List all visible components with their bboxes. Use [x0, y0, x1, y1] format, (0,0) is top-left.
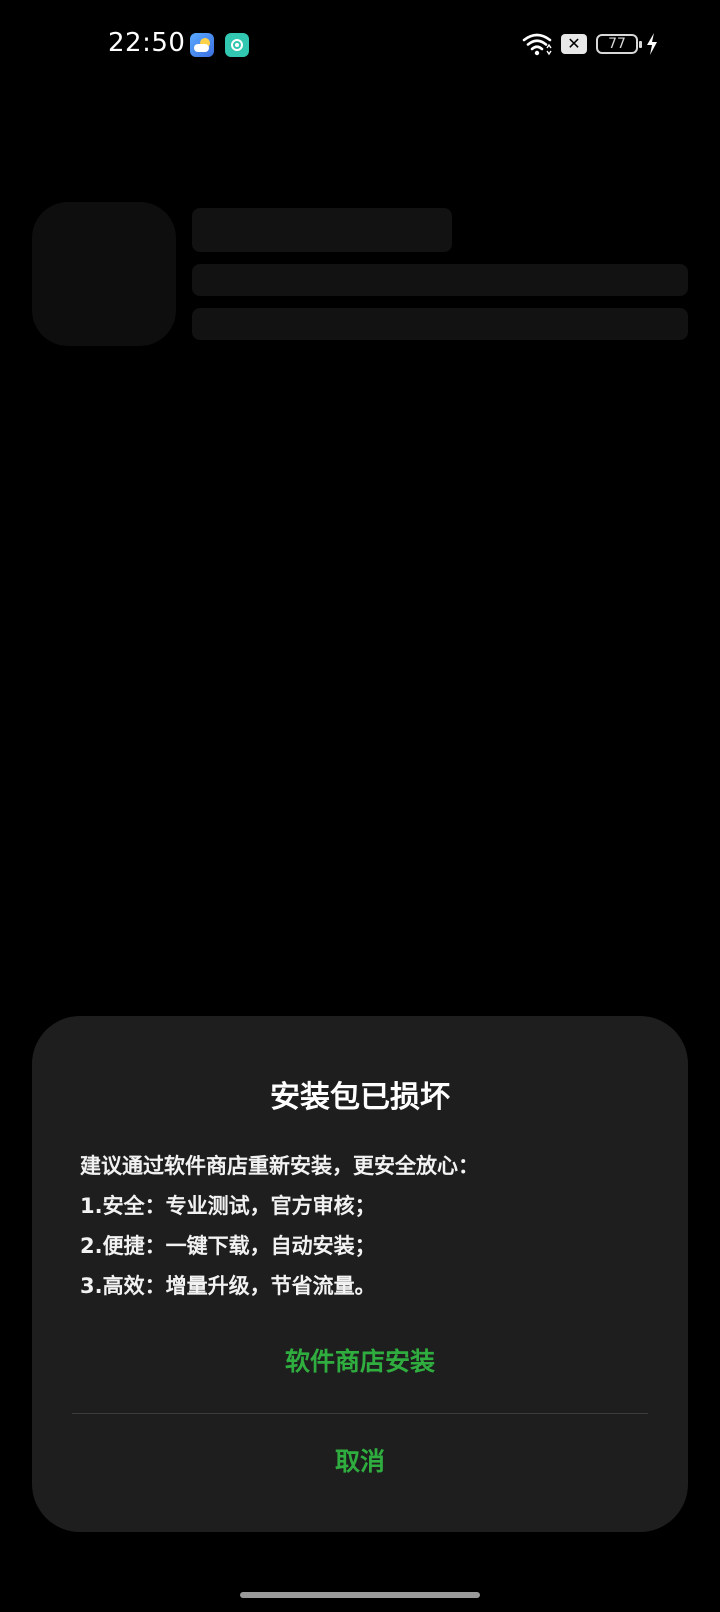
no-sim-icon: ✕: [561, 34, 587, 54]
app-info-placeholder: [192, 308, 688, 340]
dialog-message-line: 2.便捷：一键下载，自动安装；: [80, 1234, 376, 1258]
message-app-icon: [225, 33, 249, 57]
status-bar: 22:50 ✕ 77: [0, 0, 720, 90]
app-info-placeholder: [192, 264, 688, 296]
status-time: 22:50: [108, 28, 186, 58]
dialog-message-line: 1.安全：专业测试，官方审核；: [80, 1194, 376, 1218]
charging-icon: [647, 33, 657, 55]
cancel-button[interactable]: 取消: [32, 1434, 688, 1490]
dialog-title: 安装包已损坏: [270, 1080, 450, 1115]
dialog-message-line: 建议通过软件商店重新安装，更安全放心：: [80, 1154, 479, 1178]
dialog-message-line: 3.高效：增量升级，节省流量。: [80, 1274, 376, 1298]
damaged-package-dialog: 安装包已损坏 建议通过软件商店重新安装，更安全放心： 1.安全：专业测试，官方审…: [32, 1016, 688, 1532]
dialog-divider: [72, 1413, 648, 1414]
home-indicator[interactable]: [240, 1592, 480, 1598]
dialog-message: 建议通过软件商店重新安装，更安全放心： 1.安全：专业测试，官方审核； 2.便捷…: [80, 1146, 660, 1306]
app-store-install-button[interactable]: 软件商店安装: [32, 1334, 688, 1390]
app-name-placeholder: [192, 208, 452, 252]
app-icon-placeholder: [32, 202, 176, 346]
battery-level: 77: [608, 36, 626, 52]
wifi-icon: [522, 33, 552, 56]
weather-app-icon: [190, 33, 214, 57]
battery-icon: 77: [596, 34, 642, 54]
